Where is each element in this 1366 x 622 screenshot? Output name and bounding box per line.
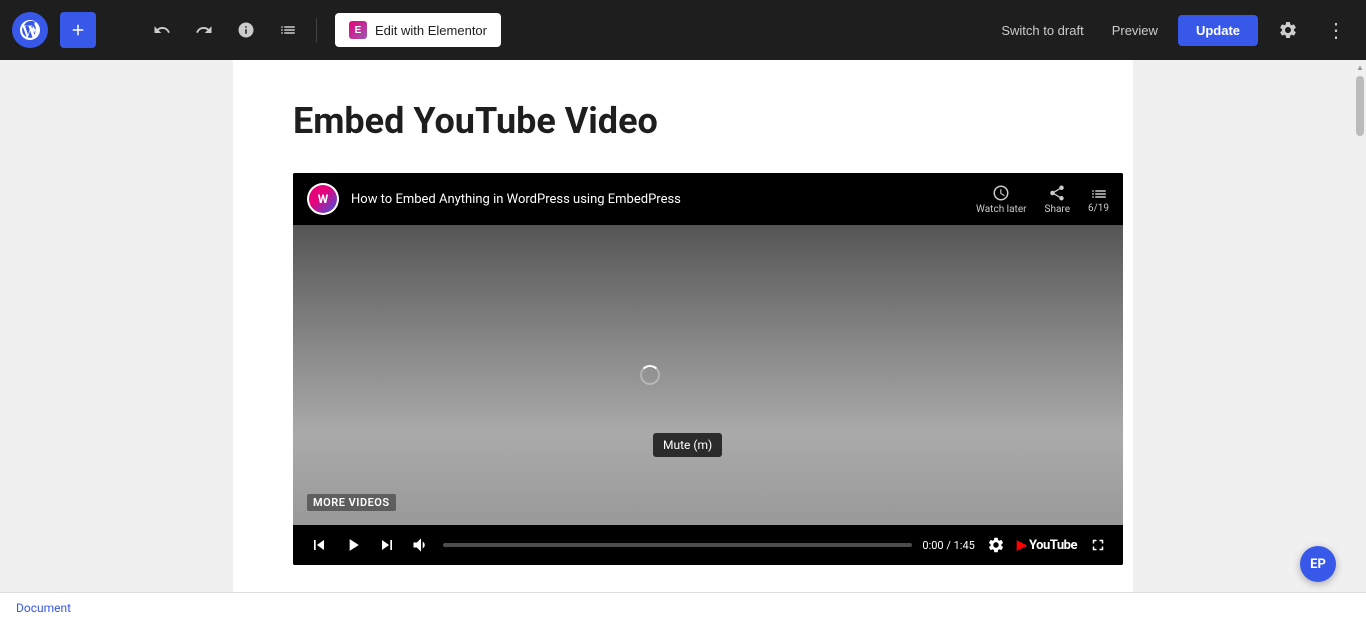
status-bar: Document [0,592,1366,622]
play-icon [343,535,363,555]
volume-icon [411,535,431,555]
fullscreen-button[interactable] [1087,534,1109,556]
video-controls: 0:00 / 1:45 ▶ YouTube [293,525,1123,565]
playlist-info[interactable]: 6/19 [1088,185,1109,214]
editor-area: Embed YouTube Video W How to Embed Anyth… [233,60,1133,622]
embedpress-float-button[interactable]: EP [1300,546,1336,582]
channel-logo: W [307,183,339,215]
watch-later-label: Watch later [976,204,1026,215]
redo-button[interactable] [186,12,222,48]
video-topbar-actions: Watch later Share 6/19 [976,184,1109,215]
watch-later-icon [992,184,1010,202]
pencil-icon [111,21,129,39]
undo-icon [153,21,171,39]
playlist-icon [1090,185,1108,203]
plus-icon [69,21,87,39]
video-body[interactable]: MORE VIDEOS Mute (m) [293,225,1123,525]
settings-button[interactable] [1270,12,1306,48]
edit-button[interactable] [102,12,138,48]
scrollbar-thumb[interactable] [1356,76,1364,136]
add-block-button[interactable] [60,12,96,48]
play-button[interactable] [341,533,365,557]
switch-to-draft-button[interactable]: Switch to draft [993,17,1091,44]
undo-button[interactable] [144,12,180,48]
more-options-button[interactable]: ⋮ [1318,12,1354,48]
share-button[interactable]: Share [1045,184,1070,215]
toolbar-divider [316,18,317,42]
elementor-button-label: Edit with Elementor [375,23,487,38]
info-button[interactable] [228,12,264,48]
wp-logo-icon [20,20,40,40]
playlist-counter: 6/19 [1088,203,1109,214]
video-settings-button[interactable] [985,534,1007,556]
skip-back-button[interactable] [307,533,331,557]
more-videos-label: MORE VIDEOS [307,494,396,511]
video-title: How to Embed Anything in WordPress using… [351,192,964,207]
list-view-button[interactable] [270,12,306,48]
elementor-icon: E [349,21,367,39]
video-container: W How to Embed Anything in WordPress usi… [293,173,1123,565]
page-title: Embed YouTube Video [293,100,1073,143]
mute-tooltip: Mute (m) [653,433,722,457]
mute-button[interactable] [409,533,433,557]
toolbar: E Edit with Elementor Switch to draft Pr… [0,0,1366,60]
main-content: Embed YouTube Video W How to Embed Anyth… [0,60,1366,622]
list-view-icon [279,21,297,39]
gear-icon [1278,20,1298,40]
video-gear-icon [987,536,1005,554]
document-label[interactable]: Document [16,601,71,615]
scrollbar-up-arrow[interactable]: ▲ [1354,60,1366,74]
redo-icon [195,21,213,39]
wp-logo[interactable] [12,12,48,48]
edit-with-elementor-button[interactable]: E Edit with Elementor [335,13,501,47]
scrollbar-track: ▲ [1354,60,1366,592]
video-spinner [640,365,660,385]
toolbar-right: Switch to draft Preview Update ⋮ [993,12,1354,48]
skip-forward-icon [377,535,397,555]
progress-bar[interactable] [443,543,912,547]
update-button[interactable]: Update [1178,15,1258,46]
preview-button[interactable]: Preview [1104,17,1166,44]
youtube-logo: ▶ YouTube [1017,538,1077,553]
fullscreen-icon [1089,536,1107,554]
video-topbar: W How to Embed Anything in WordPress usi… [293,173,1123,225]
skip-forward-button[interactable] [375,533,399,557]
share-icon [1048,184,1066,202]
watch-later-button[interactable]: Watch later [976,184,1026,215]
share-label: Share [1045,204,1070,215]
time-display: 0:00 / 1:45 [922,539,974,552]
info-icon [237,21,255,39]
skip-back-icon [309,535,329,555]
channel-logo-inner: W [309,185,337,213]
